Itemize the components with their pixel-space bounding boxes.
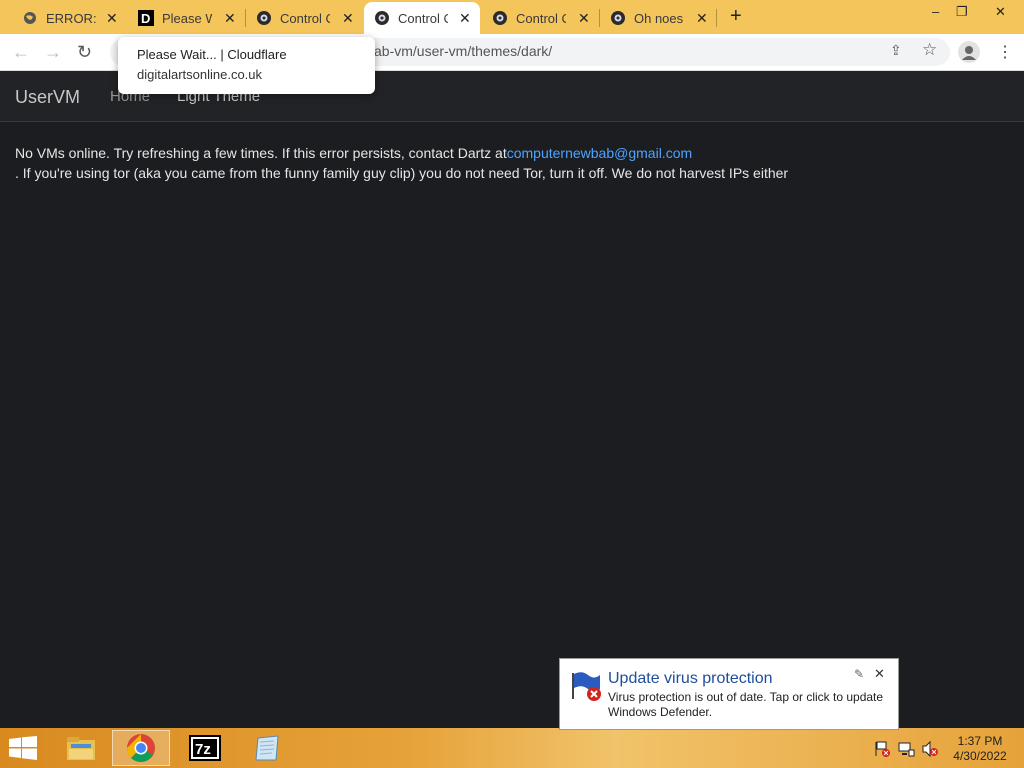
close-icon[interactable]: ✕ [459, 10, 471, 27]
share-icon[interactable]: ⇪ [890, 42, 902, 59]
forward-icon[interactable]: → [44, 42, 62, 63]
d-logo-icon: D [138, 10, 154, 26]
vm-icon [492, 10, 508, 26]
7zip-button[interactable]: 7z [176, 730, 234, 766]
tab-oh-noes[interactable]: Oh noes! ✕ [600, 2, 714, 34]
tab-label: ERROR: Tl [46, 10, 96, 26]
clock-date: 4/30/2022 [953, 749, 1007, 763]
tab-label: Control C [398, 10, 448, 26]
close-icon[interactable]: ✕ [578, 10, 590, 27]
error-message: No VMs online. Try refreshing a few time… [15, 145, 692, 161]
close-icon[interactable]: ✕ [342, 10, 354, 27]
volume-muted-icon[interactable] [921, 740, 939, 763]
folder-icon [67, 737, 95, 760]
tab-please-wait[interactable]: D Please Wa ✕ [128, 2, 242, 34]
vm-icon [374, 10, 390, 26]
close-icon[interactable]: ✕ [696, 10, 708, 27]
hover-card-title: Please Wait... | Cloudflare [137, 47, 287, 62]
action-center-flag-icon[interactable] [874, 740, 892, 763]
defender-notification[interactable]: Update virus protection Virus protection… [559, 658, 899, 730]
taskbar: 7z 1:37 PM 4/30/2022 [0, 728, 1024, 768]
tab-label: Oh noes! [634, 10, 684, 26]
start-button[interactable] [9, 736, 37, 765]
settings-icon[interactable]: ✎ [854, 667, 864, 681]
url-text: ab-vm/user-vm/themes/dark/ [374, 43, 553, 59]
contact-email-link[interactable]: computernewbab@gmail.com [507, 145, 692, 161]
minimize-button[interactable]: – [932, 4, 939, 19]
notepad-button[interactable] [238, 730, 296, 766]
network-icon[interactable] [897, 740, 915, 763]
tab-strip: ERROR: Tl ✕ D Please Wa ✕ Control C ✕ Co… [0, 0, 1024, 34]
clock-time: 1:37 PM [957, 734, 1003, 748]
close-icon[interactable]: ✕ [106, 10, 118, 27]
globe-icon [22, 10, 38, 26]
svg-text:7z: 7z [195, 741, 211, 758]
tab-separator [716, 9, 717, 27]
reload-icon[interactable]: ↻ [77, 42, 92, 63]
tab-control-active[interactable]: Control C ✕ [364, 2, 480, 34]
new-tab-button[interactable]: + [730, 5, 742, 28]
tab-control-1[interactable]: Control C ✕ [246, 2, 360, 34]
tab-label: Please Wa [162, 10, 212, 26]
tab-error[interactable]: ERROR: Tl ✕ [10, 2, 124, 34]
7zip-icon: 7z [189, 735, 221, 761]
tab-label: Control C [516, 10, 566, 26]
notification-body: Virus protection is out of date. Tap or … [608, 690, 884, 719]
tor-message: . If you're using tor (aka you came from… [15, 165, 789, 181]
tab-label: Control C [280, 10, 330, 26]
notepad-icon [255, 735, 279, 761]
tab-hover-card: Please Wait... | Cloudflare digitalartso… [118, 37, 375, 94]
defender-flag-icon [570, 669, 604, 708]
chrome-button[interactable] [112, 730, 170, 766]
bookmark-star-icon[interactable]: ☆ [922, 40, 937, 60]
file-explorer-button[interactable] [52, 730, 110, 766]
restore-button[interactable]: ❐ [956, 4, 968, 20]
close-icon[interactable]: ✕ [874, 666, 885, 682]
back-icon[interactable]: ← [12, 42, 30, 63]
chrome-icon [126, 734, 155, 763]
profile-avatar-icon[interactable] [958, 41, 980, 63]
menu-kebab-icon[interactable]: ⋮ [997, 42, 1013, 62]
hover-card-domain: digitalartsonline.co.uk [137, 67, 263, 82]
message-text: No VMs online. Try refreshing a few time… [15, 145, 507, 161]
site-brand[interactable]: UserVM [15, 87, 80, 108]
vm-icon [610, 10, 626, 26]
notification-title: Update virus protection [608, 670, 773, 687]
svg-text:D: D [141, 11, 150, 26]
tab-control-3[interactable]: Control C ✕ [482, 2, 596, 34]
close-icon[interactable]: ✕ [224, 10, 236, 27]
taskbar-clock[interactable]: 1:37 PM 4/30/2022 [944, 734, 1016, 764]
close-window-button[interactable]: ✕ [995, 4, 1006, 20]
vm-icon [256, 10, 272, 26]
